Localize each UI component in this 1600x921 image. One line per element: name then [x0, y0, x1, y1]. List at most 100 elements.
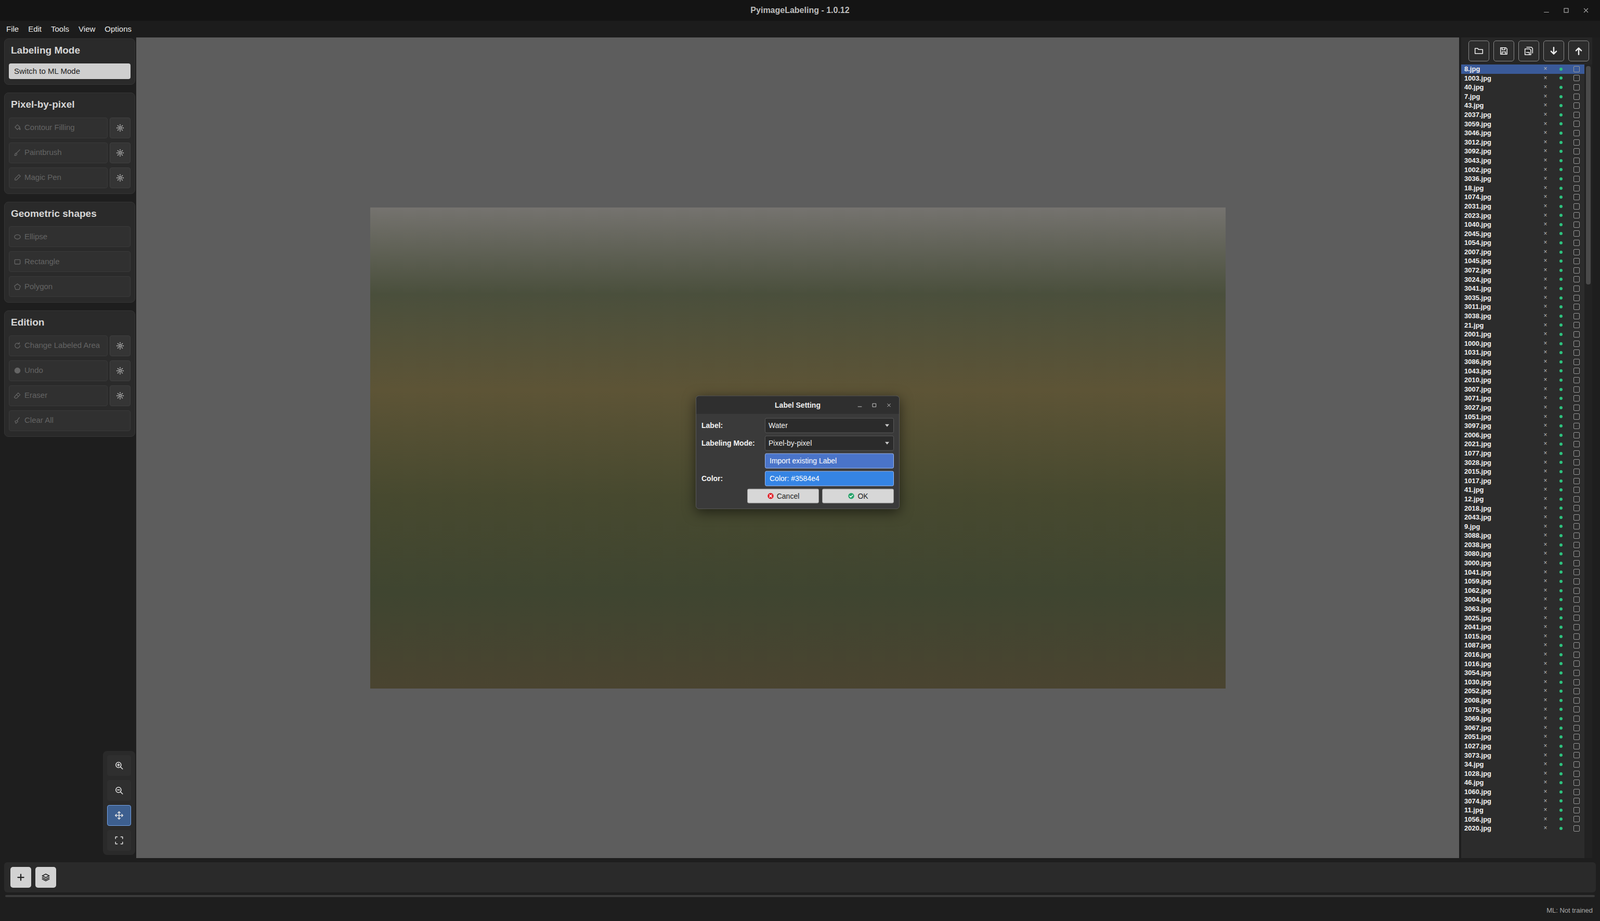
file-row[interactable]: 1074.jpg× — [1461, 192, 1585, 202]
settings-button[interactable] — [109, 335, 131, 357]
file-row[interactable]: 3027.jpg× — [1461, 402, 1585, 413]
remove-file-button[interactable]: × — [1537, 448, 1554, 459]
file-checkbox[interactable] — [1573, 175, 1580, 182]
file-row[interactable]: 2006.jpg× — [1461, 430, 1585, 440]
file-row[interactable]: 2031.jpg× — [1461, 201, 1585, 212]
file-row[interactable]: 2016.jpg× — [1461, 649, 1585, 660]
file-row[interactable]: 3074.jpg× — [1461, 796, 1585, 806]
remove-file-button[interactable]: × — [1537, 503, 1554, 514]
file-row[interactable]: 2007.jpg× — [1461, 247, 1585, 257]
file-checkbox[interactable] — [1573, 697, 1580, 704]
file-checkbox[interactable] — [1573, 230, 1580, 237]
remove-file-button[interactable]: × — [1537, 137, 1554, 148]
file-row[interactable]: 1017.jpg× — [1461, 476, 1585, 486]
file-row[interactable]: 3092.jpg× — [1461, 146, 1585, 156]
file-row[interactable]: 3080.jpg× — [1461, 549, 1585, 559]
zoom-in-button[interactable] — [107, 755, 132, 776]
file-row[interactable]: 2041.jpg× — [1461, 622, 1585, 632]
remove-file-button[interactable]: × — [1537, 302, 1554, 312]
remove-file-button[interactable]: × — [1537, 183, 1554, 193]
scrollbar-thumb[interactable] — [1585, 66, 1591, 285]
file-row[interactable]: 2037.jpg× — [1461, 110, 1585, 120]
remove-file-button[interactable]: × — [1537, 110, 1554, 120]
file-row[interactable]: 8.jpg× — [1461, 64, 1585, 74]
file-checkbox[interactable] — [1573, 193, 1580, 201]
dialog-minimize-button[interactable] — [853, 398, 866, 412]
file-checkbox[interactable] — [1573, 550, 1580, 557]
file-row[interactable]: 9.jpg× — [1461, 522, 1585, 532]
remove-file-button[interactable]: × — [1537, 677, 1554, 687]
file-checkbox[interactable] — [1573, 788, 1580, 796]
remove-file-button[interactable]: × — [1537, 741, 1554, 751]
minimize-button[interactable] — [1538, 3, 1555, 18]
file-row[interactable]: 40.jpg× — [1461, 82, 1585, 93]
file-row[interactable]: 34.jpg× — [1461, 759, 1585, 770]
remove-file-button[interactable]: × — [1537, 293, 1554, 303]
remove-file-button[interactable]: × — [1537, 787, 1554, 797]
file-checkbox[interactable] — [1573, 395, 1580, 402]
file-row[interactable]: 3011.jpg× — [1461, 302, 1585, 312]
remove-file-button[interactable]: × — [1537, 640, 1554, 650]
file-row[interactable]: 2038.jpg× — [1461, 540, 1585, 550]
file-row[interactable]: 1045.jpg× — [1461, 256, 1585, 266]
remove-file-button[interactable]: × — [1537, 320, 1554, 331]
file-checkbox[interactable] — [1573, 669, 1580, 676]
file-checkbox[interactable] — [1573, 166, 1580, 173]
file-checkbox[interactable] — [1573, 74, 1580, 82]
remove-file-button[interactable]: × — [1537, 476, 1554, 486]
remove-file-button[interactable]: × — [1537, 659, 1554, 669]
file-checkbox[interactable] — [1573, 587, 1580, 594]
file-checkbox[interactable] — [1573, 614, 1580, 621]
file-checkbox[interactable] — [1573, 477, 1580, 485]
remove-file-button[interactable]: × — [1537, 128, 1554, 138]
file-checkbox[interactable] — [1573, 660, 1580, 667]
file-checkbox[interactable] — [1573, 386, 1580, 393]
file-row[interactable]: 2045.jpg× — [1461, 229, 1585, 239]
file-row[interactable]: 1003.jpg× — [1461, 73, 1585, 84]
file-checkbox[interactable] — [1573, 66, 1580, 73]
file-checkbox[interactable] — [1573, 815, 1580, 823]
menu-item[interactable]: View — [78, 23, 96, 36]
remove-file-button[interactable]: × — [1537, 695, 1554, 706]
remove-file-button[interactable]: × — [1537, 82, 1554, 93]
remove-file-button[interactable]: × — [1537, 622, 1554, 632]
file-checkbox[interactable] — [1573, 276, 1580, 283]
file-row[interactable]: 3041.jpg× — [1461, 283, 1585, 294]
file-row[interactable]: 3012.jpg× — [1461, 137, 1585, 148]
file-checkbox[interactable] — [1573, 102, 1580, 109]
file-checkbox[interactable] — [1573, 285, 1580, 292]
import-label-button[interactable]: Import existing Label — [764, 453, 894, 469]
remove-file-button[interactable]: × — [1537, 759, 1554, 770]
remove-file-button[interactable]: × — [1537, 576, 1554, 587]
file-checkbox[interactable] — [1573, 221, 1580, 228]
file-row[interactable]: 12.jpg× — [1461, 494, 1585, 504]
dialog-maximize-button[interactable] — [867, 398, 881, 412]
file-row[interactable]: 2043.jpg× — [1461, 512, 1585, 523]
remove-file-button[interactable]: × — [1537, 192, 1554, 202]
file-checkbox[interactable] — [1573, 340, 1580, 347]
file-checkbox[interactable] — [1573, 267, 1580, 274]
remove-file-button[interactable]: × — [1537, 100, 1554, 111]
remove-file-button[interactable]: × — [1537, 92, 1554, 102]
file-checkbox[interactable] — [1573, 129, 1580, 137]
settings-button[interactable] — [109, 142, 131, 164]
settings-button[interactable] — [109, 167, 131, 189]
file-row[interactable]: 3028.jpg× — [1461, 458, 1585, 468]
file-row[interactable]: 1030.jpg× — [1461, 677, 1585, 687]
remove-file-button[interactable]: × — [1537, 430, 1554, 440]
file-checkbox[interactable] — [1573, 440, 1580, 448]
remove-file-button[interactable]: × — [1537, 540, 1554, 550]
file-checkbox[interactable] — [1573, 404, 1580, 411]
remove-file-button[interactable]: × — [1537, 265, 1554, 276]
file-checkbox[interactable] — [1573, 422, 1580, 429]
file-row[interactable]: 3004.jpg× — [1461, 594, 1585, 605]
file-row[interactable]: 2021.jpg× — [1461, 439, 1585, 449]
ok-button[interactable]: OK — [822, 488, 894, 504]
file-checkbox[interactable] — [1573, 84, 1580, 91]
file-checkbox[interactable] — [1573, 514, 1580, 521]
file-checkbox[interactable] — [1573, 706, 1580, 713]
file-checkbox[interactable] — [1573, 541, 1580, 549]
remove-file-button[interactable]: × — [1537, 247, 1554, 257]
file-checkbox[interactable] — [1573, 568, 1580, 576]
file-checkbox[interactable] — [1573, 157, 1580, 164]
